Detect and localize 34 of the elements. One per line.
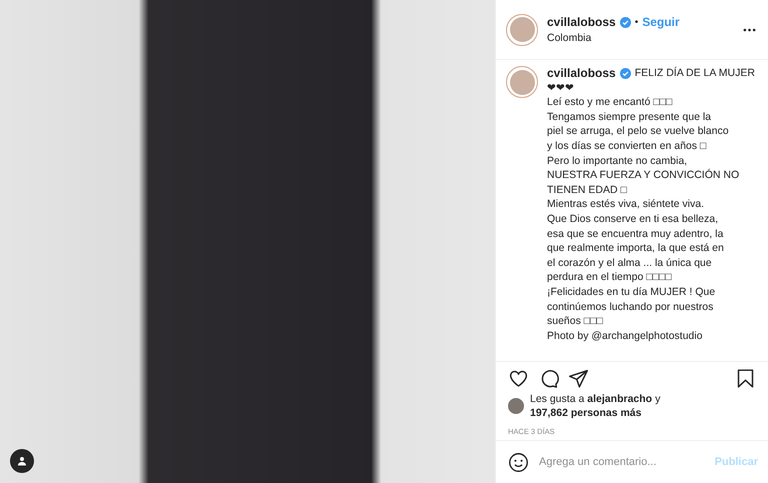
username-link[interactable]: cvillaloboss <box>547 66 616 81</box>
caption-line: Tengamos siempre presente que la <box>547 110 712 124</box>
liker-username-link[interactable]: alejanbracho <box>587 393 652 405</box>
separator-dot: • <box>634 16 638 28</box>
avatar[interactable] <box>508 398 524 414</box>
caption-line: ❤❤❤ <box>547 80 575 96</box>
caption-line: y los días se convierten en años □ <box>547 138 708 154</box>
caption-line: NUESTRA FUERZA Y CONVICCIÓN NO <box>547 168 740 183</box>
caption-line: continúemos luchando por nuestros <box>547 300 714 314</box>
caption-line: el corazón y el alma ... la única que <box>547 256 713 270</box>
caption-line: sueños □□□ <box>547 314 604 329</box>
heart-icon[interactable] <box>508 368 529 389</box>
bookmark-icon[interactable] <box>735 368 756 389</box>
username-link[interactable]: cvillaloboss <box>547 15 616 29</box>
person-icon <box>16 455 28 467</box>
location-link[interactable]: Colombia <box>547 32 734 44</box>
emoji-icon[interactable] <box>508 452 529 472</box>
caption-line: FELIZ DÍA DE LA MUJER <box>634 66 755 81</box>
caption-line: Pero lo importante no cambia, <box>547 154 688 168</box>
caption-line: Leí esto y me encantó □□□ <box>547 95 674 110</box>
caption-line: perdura en el tiempo □□□□ <box>547 270 673 285</box>
likes-text: Les gusta a <box>530 393 584 405</box>
caption-line: ¡Felicidades en tu día MUJER ! Que <box>547 284 716 300</box>
caption-line: Photo by @archangelphotostudio <box>547 328 704 344</box>
caption-line: que realmente importa, la que está en <box>547 241 725 256</box>
send-icon[interactable] <box>568 368 589 389</box>
caption-line: piel se arruga, el pelo se vuelve blanco <box>547 124 730 139</box>
likes-count-link[interactable]: 197,862 personas más <box>530 407 660 419</box>
likes-text: y <box>655 393 660 405</box>
caption-line: TIENEN EDAD □ <box>547 182 628 198</box>
more-options-icon[interactable] <box>743 28 756 32</box>
caption-line: esa que se encuentra muy adentro, la <box>547 226 724 242</box>
caption-line: Que Dios conserve en ti esa belleza, <box>547 212 720 227</box>
caption-line: Mientras estés viva, siéntete viva. <box>547 197 705 212</box>
